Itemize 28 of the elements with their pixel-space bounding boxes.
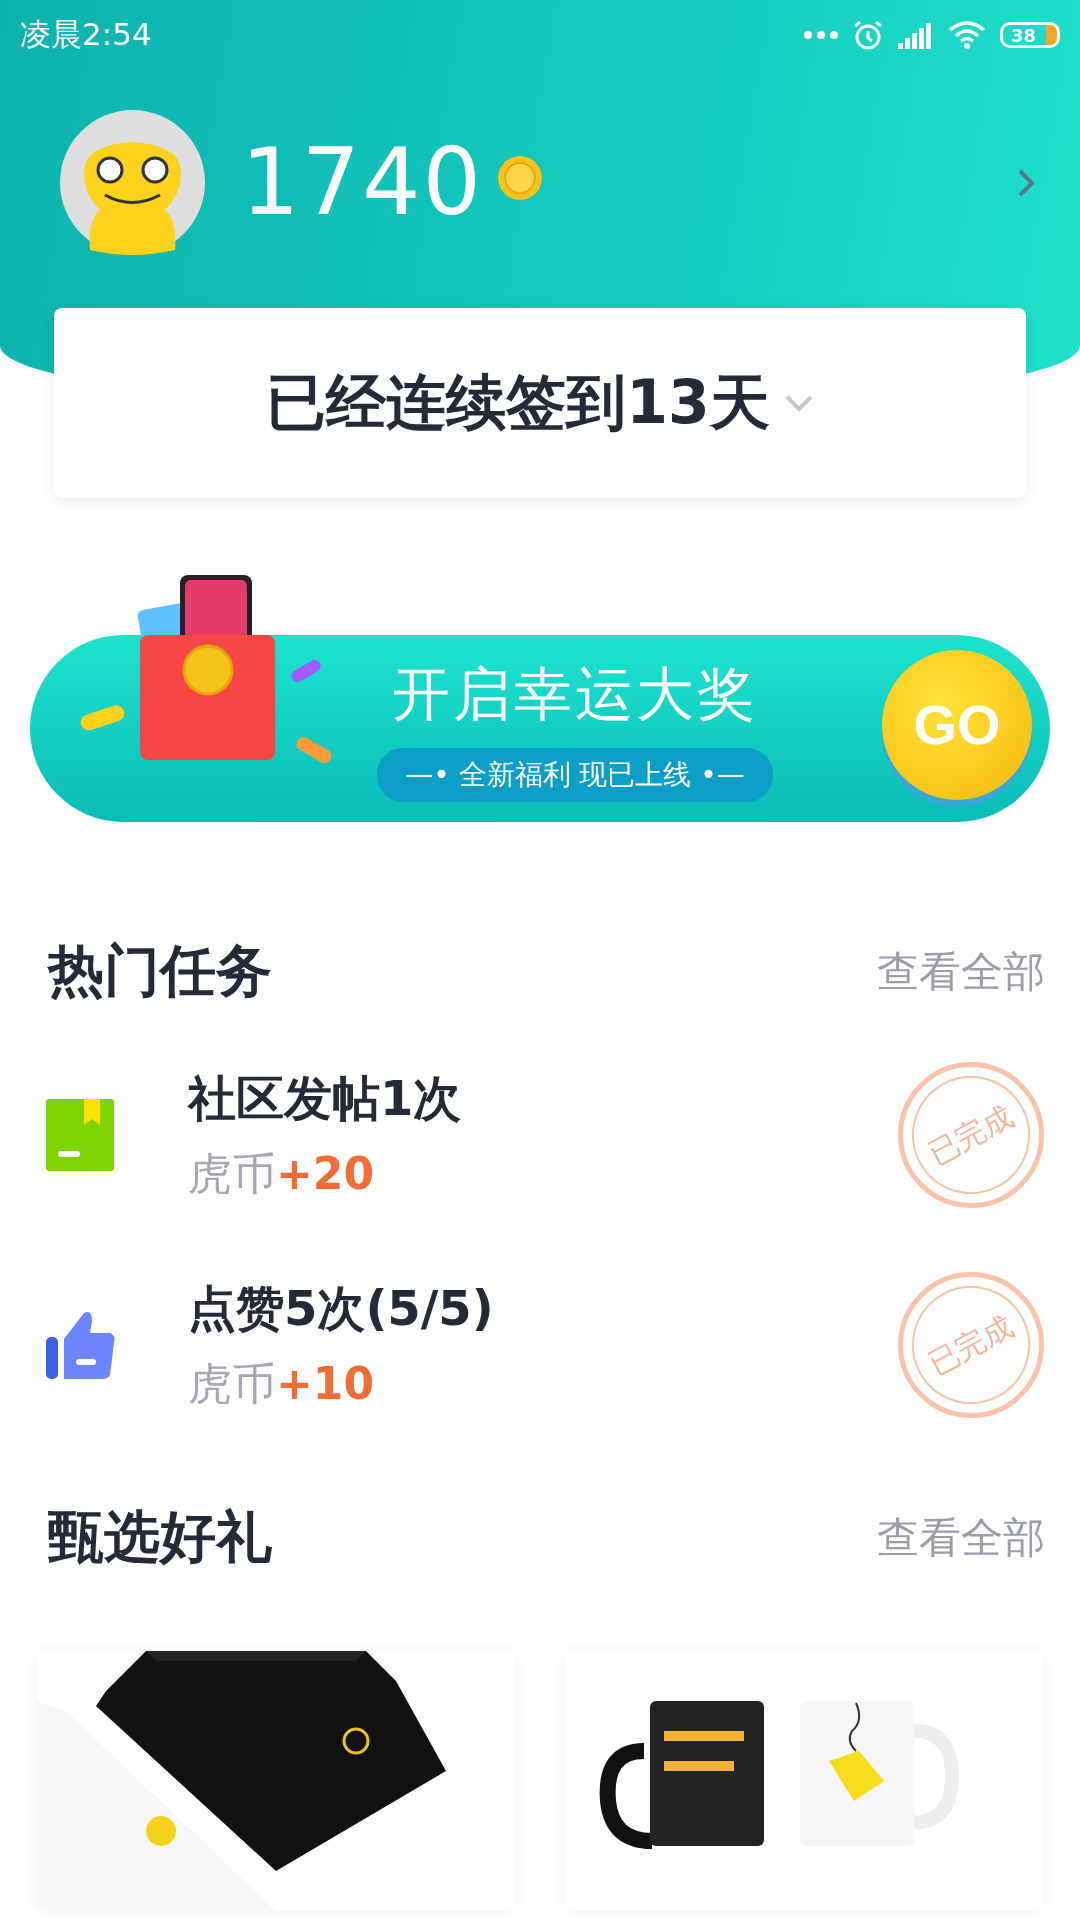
reward-label: 虎币 [188,1147,276,1199]
document-icon [44,1097,116,1173]
reward-amount: +10 [276,1357,375,1409]
reward-amount: +20 [276,1147,375,1199]
coin-balance: 1740 [241,129,484,236]
coin-icon [497,154,544,201]
lucky-draw-banner[interactable]: 开启幸运大奖 —• 全新福利 现已上线 •— GO [30,635,1050,822]
reward-label: 虎币 [188,1357,276,1409]
section-title: 甄选好礼 [48,1503,272,1571]
section-title: 热门任务 [48,937,272,1005]
banner-title: 开启幸运大奖 [392,658,758,730]
completed-stamp: 已完成 [898,1272,1044,1418]
signal-icon [898,21,934,49]
avatar[interactable] [60,110,205,255]
view-all-link[interactable]: 查看全部 [877,944,1045,1000]
checkin-card[interactable]: 已经连续签到13天 [54,308,1026,498]
banner-subtitle: —• 全新福利 现已上线 •— [377,747,773,802]
more-dots-icon [804,31,838,39]
checkin-streak: 已经连续签到13天 [266,365,770,439]
wifi-icon [948,20,986,50]
status-time: 凌晨2:54 [20,15,152,54]
view-all-link[interactable]: 查看全部 [877,1510,1045,1566]
battery-indicator: 38 [1000,22,1060,48]
task-title: 点赞5次(5/5) [188,1278,494,1338]
chevron-down-icon [783,394,814,412]
task-title: 社区发帖1次 [188,1068,462,1128]
alarm-clock-icon [852,19,884,51]
completed-stamp: 已完成 [898,1062,1044,1208]
